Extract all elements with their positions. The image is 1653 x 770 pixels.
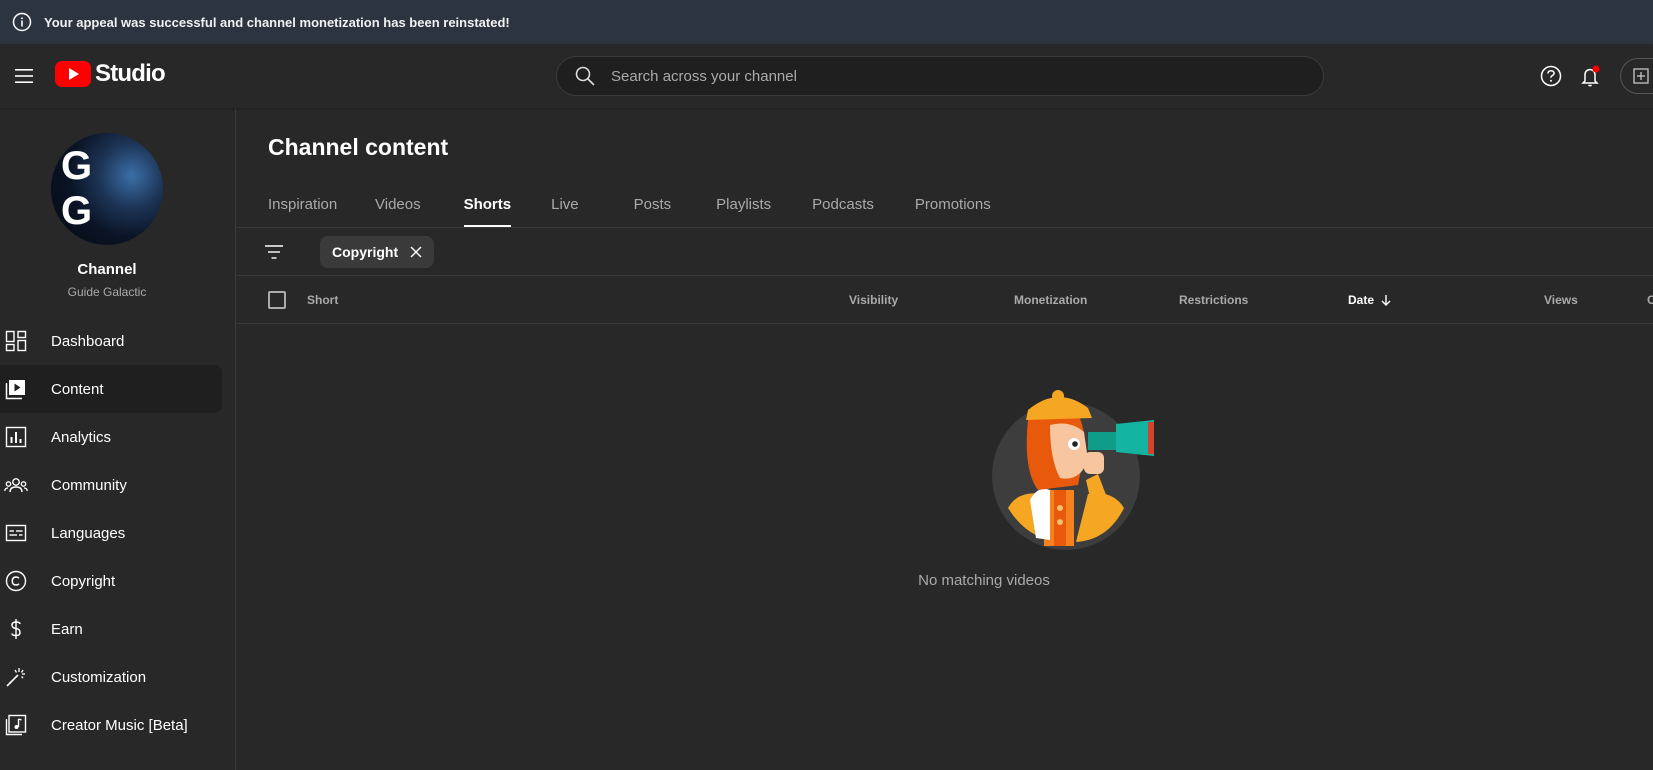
sidebar-item-languages[interactable]: Languages (0, 509, 222, 557)
success-banner: Your appeal was successful and channel m… (0, 0, 1653, 44)
channel-label: Channel (77, 261, 137, 278)
copyright-icon (4, 569, 28, 593)
close-icon[interactable] (408, 244, 424, 260)
sidebar-item-label: Languages (51, 524, 126, 542)
tab-label: Videos (375, 195, 421, 213)
earn-icon (4, 617, 28, 641)
creator-music-icon (4, 713, 28, 737)
sidebar-item-label: Copyright (51, 572, 116, 590)
left-sidebar: G G Channel Guide Galactic Dashboard Con… (0, 108, 236, 770)
youtube-studio-logo[interactable]: Studio (55, 60, 166, 88)
content-tabs: Inspiration Videos Shorts Live Posts Pla… (268, 180, 991, 228)
banner-message: Your appeal was successful and channel m… (44, 14, 510, 30)
tab-videos[interactable]: Videos (375, 180, 421, 228)
tab-playlists[interactable]: Playlists (716, 180, 771, 228)
select-all-checkbox[interactable] (268, 291, 286, 309)
create-button[interactable] (1620, 58, 1653, 94)
community-icon (4, 473, 28, 497)
tab-label: Podcasts (812, 195, 874, 213)
sidebar-item-label: Earn (51, 620, 83, 638)
column-short: Short (307, 293, 339, 307)
sidebar-item-earn[interactable]: Earn (0, 605, 222, 653)
create-video-icon (1633, 68, 1649, 84)
column-visibility[interactable]: Visibility (849, 276, 898, 324)
tab-label: Promotions (914, 195, 991, 213)
column-monetization[interactable]: Monetization (1014, 276, 1087, 324)
dashboard-icon (4, 329, 28, 353)
channel-name: Guide Galactic (67, 285, 147, 299)
help-icon[interactable] (1533, 60, 1569, 92)
sidebar-item-creator-music[interactable]: Creator Music [Beta] (0, 701, 222, 749)
column-restrictions[interactable]: Restrictions (1179, 276, 1248, 324)
notifications-bell-icon[interactable] (1573, 60, 1609, 92)
filter-chip-label: Copyright (332, 244, 399, 260)
column-date-label: Date (1348, 293, 1375, 307)
sidebar-item-copyright[interactable]: Copyright (0, 557, 222, 605)
sidebar-item-analytics[interactable]: Analytics (0, 413, 222, 461)
arrow-down-icon (1381, 295, 1391, 306)
tab-inspiration[interactable]: Inspiration (268, 180, 353, 228)
tab-label: Inspiration (268, 195, 338, 213)
sidebar-item-label: Community (51, 476, 127, 494)
languages-icon (4, 521, 28, 545)
sidebar-nav: Dashboard Content Analytics Community La… (0, 317, 236, 749)
tab-podcasts[interactable]: Podcasts (812, 180, 874, 228)
tab-label: Playlists (716, 195, 772, 213)
empty-state-message: No matching videos (918, 572, 1050, 589)
sidebar-item-label: Creator Music [Beta] (51, 716, 188, 734)
filter-bar: Copyright (236, 228, 1653, 276)
youtube-logo-icon (55, 61, 91, 87)
empty-state: No matching videos (236, 324, 1653, 770)
sidebar-item-content[interactable]: Content (0, 365, 222, 413)
table-header: Short Visibility Monetization Restrictio… (236, 276, 1653, 324)
tab-live[interactable]: Live (551, 180, 579, 228)
tab-posts[interactable]: Posts (634, 180, 672, 228)
sidebar-item-label: Customization (51, 668, 147, 686)
column-comments[interactable]: C (1647, 276, 1653, 324)
search-input[interactable] (611, 58, 1323, 94)
main-content: Channel content Inspiration Videos Short… (236, 108, 1653, 770)
sidebar-item-label: Dashboard (51, 332, 125, 350)
tab-promotions[interactable]: Promotions (915, 180, 991, 228)
tab-shorts[interactable]: Shorts (463, 180, 512, 228)
search-bar[interactable] (556, 56, 1324, 96)
filter-icon[interactable] (262, 240, 286, 264)
sidebar-item-community[interactable]: Community (0, 461, 222, 509)
avatar-initials: G G (61, 144, 103, 233)
tab-label: Live (551, 195, 579, 213)
column-views[interactable]: Views (1544, 276, 1578, 324)
info-icon (0, 0, 44, 44)
hamburger-menu-icon[interactable] (4, 56, 44, 96)
detective-binoculars-illustration (992, 390, 1154, 550)
sidebar-item-dashboard[interactable]: Dashboard (0, 317, 222, 365)
customization-icon (4, 665, 28, 689)
sidebar-item-label: Content (51, 380, 104, 398)
filter-chip-copyright[interactable]: Copyright (320, 236, 435, 268)
column-date[interactable]: Date (1348, 276, 1393, 324)
tab-label: Shorts (463, 195, 512, 213)
sidebar-item-label: Analytics (51, 428, 112, 446)
page-title: Channel content (268, 134, 449, 160)
sidebar-item-customization[interactable]: Customization (0, 653, 222, 701)
tab-label: Posts (633, 195, 672, 213)
channel-avatar[interactable]: G G (51, 133, 163, 245)
content-icon (4, 377, 28, 401)
search-icon[interactable] (573, 64, 597, 88)
studio-logo-text: Studio (95, 60, 166, 87)
top-app-bar: Studio (0, 44, 1653, 108)
analytics-icon (4, 425, 28, 449)
